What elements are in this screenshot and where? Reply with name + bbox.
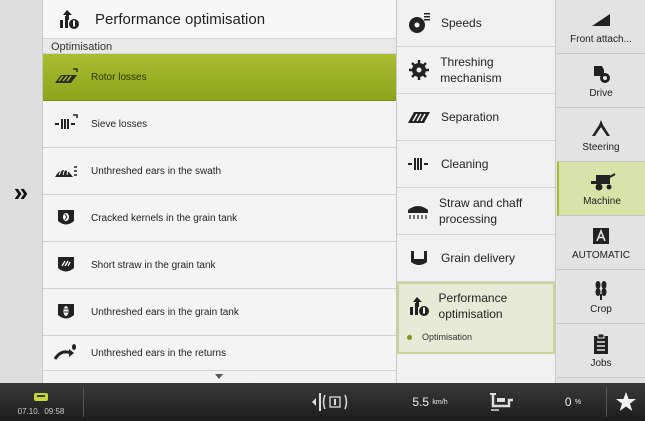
category-panel: Speeds Threshing mechanism Separation Cl…: [397, 0, 556, 383]
subcategory-label: Optimisation: [422, 332, 473, 342]
short-straw-icon: [53, 253, 79, 277]
category-label: Speeds: [441, 16, 482, 30]
status-bar: 07.10. 09:58 5.5 km/h 0 %: [0, 383, 645, 421]
header-height-indicator[interactable]: [482, 383, 522, 421]
time: 09:58: [44, 406, 65, 416]
list-item-label: Short straw in the grain tank: [91, 259, 216, 271]
subcategory-optimisation[interactable]: Optimisation: [407, 332, 472, 342]
rotor-losses-icon: [53, 65, 79, 89]
nav-label: Steering: [582, 141, 620, 153]
list-item-sieve-losses[interactable]: Sieve losses: [43, 101, 396, 148]
percent-unit: %: [574, 398, 582, 406]
terminal-screen: » Performance optimisation Optimisation: [0, 0, 645, 421]
star-icon: [616, 392, 636, 411]
speed-unit: km/h: [432, 398, 448, 406]
cracked-kernels-icon: [53, 206, 79, 230]
nav-item-crop[interactable]: Crop: [557, 270, 645, 324]
ground-speed: 5.5 km/h: [395, 383, 465, 421]
category-label: Cleaning: [441, 157, 489, 171]
grain-delivery-icon: [405, 246, 433, 270]
speed-value: 5.5: [412, 395, 430, 409]
category-row: Performance optimisation: [407, 290, 553, 322]
cleaning-icon: [405, 152, 433, 176]
nav-item-machine[interactable]: Machine: [557, 162, 645, 216]
category-label: Straw and chaff processing: [439, 196, 523, 226]
category-label: Grain delivery: [441, 251, 516, 265]
date: 07.10.: [17, 406, 40, 416]
nav-item-steering[interactable]: Steering: [557, 108, 645, 162]
nav-label: Jobs: [590, 357, 612, 369]
list-item-cracked-kernels[interactable]: Cracked kernels in the grain tank: [43, 195, 396, 242]
nav-item-drive[interactable]: Drive: [557, 54, 645, 108]
nav-label: Machine: [583, 195, 621, 207]
category-label: Performance optimisation: [438, 291, 508, 321]
datetime-text: 07.10. 09:58: [18, 407, 65, 416]
nav-label: AUTOMATIC: [572, 249, 630, 261]
list-item-label: Unthreshed ears in the swath: [91, 165, 222, 177]
tank-ears-icon: [53, 300, 79, 324]
steering-icon: [590, 117, 612, 139]
percent-value: 0: [564, 395, 572, 409]
performance-optimisation-icon: [407, 294, 431, 318]
main-panel: Performance optimisation Optimisation Ro…: [43, 0, 397, 383]
separation-icon: [405, 105, 433, 129]
category-label: Threshing mechanism: [440, 55, 502, 85]
nav-label: Crop: [590, 303, 612, 315]
list-item-label: Cracked kernels in the grain tank: [91, 212, 238, 224]
favorites-button[interactable]: [607, 383, 645, 421]
list-item-short-straw[interactable]: Short straw in the grain tank: [43, 242, 396, 289]
machine-icon: [588, 171, 616, 193]
expand-button[interactable]: »: [4, 170, 38, 214]
list-item-label: Unthreshed ears in the returns: [91, 347, 227, 359]
performance-optimisation-icon: [57, 7, 81, 31]
category-cleaning[interactable]: Cleaning: [397, 141, 555, 188]
main-header: Performance optimisation: [43, 0, 396, 38]
list-item-swath-ears[interactable]: Unthreshed ears in the swath: [43, 148, 396, 195]
category-straw-chaff[interactable]: Straw and chaff processing: [397, 188, 555, 235]
front-attachment-icon: [590, 9, 612, 31]
category-speeds[interactable]: Speeds: [397, 0, 555, 47]
axle-center-icon: [312, 393, 348, 411]
category-grain-delivery[interactable]: Grain delivery: [397, 235, 555, 282]
nav-item-front-attachment[interactable]: Front attach...: [557, 0, 645, 54]
nav-label: Front attach...: [570, 33, 632, 45]
scroll-down-indicator[interactable]: [215, 374, 223, 379]
page-title: Performance optimisation: [95, 10, 266, 28]
list-item-label: Sieve losses: [91, 118, 148, 130]
drive-icon: [590, 63, 612, 85]
nav-item-jobs[interactable]: Jobs: [557, 324, 645, 378]
card-icon: [33, 389, 49, 407]
header-height-icon: [490, 393, 513, 411]
nav-panel: Front attach... Drive Steering Machine A…: [557, 0, 645, 383]
list-item-rotor-losses[interactable]: Rotor losses: [43, 54, 396, 101]
threshing-icon: [405, 58, 432, 82]
speeds-icon: [405, 11, 433, 35]
sieve-losses-icon: [53, 112, 79, 136]
jobs-icon: [592, 333, 610, 355]
category-separation[interactable]: Separation: [397, 94, 555, 141]
returns-ears-icon: [53, 341, 79, 365]
percent-indicator: 0 %: [548, 383, 598, 421]
category-performance-optimisation[interactable]: Performance optimisation Optimisation: [397, 282, 555, 354]
crop-icon: [591, 279, 611, 301]
steering-center-indicator[interactable]: [300, 383, 372, 421]
list-item-returns-ears[interactable]: Unthreshed ears in the returns: [43, 336, 396, 371]
list-item-label: Rotor losses: [91, 71, 147, 83]
section-label: Optimisation: [43, 38, 396, 54]
datetime-block: 07.10. 09:58: [0, 383, 82, 421]
nav-label: Drive: [589, 87, 613, 99]
category-threshing[interactable]: Threshing mechanism: [397, 47, 555, 94]
list-item-tank-ears[interactable]: Unthreshed ears in the grain tank: [43, 289, 396, 336]
bullet-icon: [407, 334, 412, 340]
nav-item-automatic[interactable]: AUTOMATIC: [557, 216, 645, 270]
automatic-icon: [591, 225, 611, 247]
list-item-label: Unthreshed ears in the grain tank: [91, 306, 239, 318]
straw-chaff-icon: [405, 199, 431, 223]
divider: [83, 387, 84, 417]
left-strip: »: [0, 0, 43, 383]
swath-ears-icon: [53, 159, 79, 183]
category-label: Separation: [441, 110, 500, 124]
